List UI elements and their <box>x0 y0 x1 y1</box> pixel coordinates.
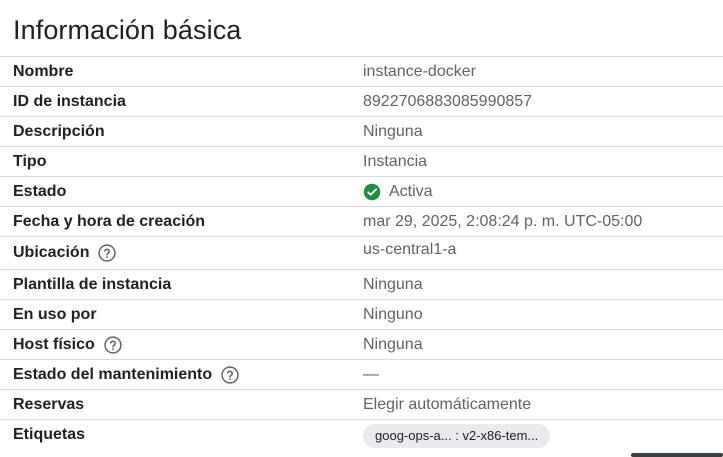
row-label-physical-host: Host físico <box>13 335 95 353</box>
row-label-in-use-by: En uso por <box>13 305 97 323</box>
info-row-template: Plantilla de instancia Ninguna <box>0 269 723 299</box>
status-text: Activa <box>389 182 433 200</box>
info-row-physical-host: Host físico Ninguna <box>0 329 723 359</box>
info-row-status: Estado Activa <box>0 176 723 206</box>
row-value-location: us-central1-a <box>363 241 457 258</box>
help-circle-icon[interactable] <box>97 243 117 263</box>
horizontal-scrollbar[interactable] <box>631 453 723 457</box>
row-label-reservations: Reservas <box>13 395 85 413</box>
row-label-location-container: Ubicación <box>13 237 117 269</box>
info-row-maintenance: Estado del mantenimiento — <box>0 359 723 389</box>
row-label-maintenance-container: Estado del mantenimiento <box>13 360 240 389</box>
info-row-reservations: Reservas Elegir automáticamente <box>0 389 723 419</box>
row-value-physical-host: Ninguna <box>363 335 423 353</box>
row-value-name: instance-docker <box>363 62 476 80</box>
info-row-description: Descripción Ninguna <box>0 116 723 146</box>
row-label-maintenance: Estado del mantenimiento <box>13 365 213 383</box>
row-label-template: Plantilla de instancia <box>13 275 172 293</box>
help-circle-icon[interactable] <box>220 365 240 385</box>
help-circle-icon[interactable] <box>103 335 123 355</box>
row-value-in-use-by: Ninguno <box>363 305 423 323</box>
info-row-instance-id: ID de instancia 8922706883085990857 <box>0 86 723 116</box>
row-label-description: Descripción <box>13 122 105 140</box>
row-label-instance-id: ID de instancia <box>13 92 126 110</box>
row-label-type: Tipo <box>13 152 47 170</box>
row-label-location: Ubicación <box>13 244 90 261</box>
basic-info-panel: Información básica Nombre instance-docke… <box>0 0 723 457</box>
info-row-location: Ubicación us-central1-a <box>0 236 723 269</box>
label-chip[interactable]: goog-ops-a... : v2-x86-tem... <box>363 423 551 448</box>
row-value-maintenance: — <box>363 365 379 383</box>
row-label-status: Estado <box>13 182 67 200</box>
row-label-name: Nombre <box>13 62 74 80</box>
row-label-labels: Etiquetas <box>13 425 86 443</box>
row-value-reservations: Elegir automáticamente <box>363 395 532 413</box>
info-table: Nombre instance-docker ID de instancia 8… <box>0 56 723 449</box>
section-title: Información básica <box>13 15 242 45</box>
row-value-labels: goog-ops-a... : v2-x86-tem... <box>363 420 551 449</box>
info-row-in-use-by: En uso por Ninguno <box>0 299 723 329</box>
row-value-type: Instancia <box>363 152 428 170</box>
row-value-status-container: Activa <box>363 177 433 206</box>
info-row-created: Fecha y hora de creación mar 29, 2025, 2… <box>0 206 723 236</box>
info-row-name: Nombre instance-docker <box>0 56 723 86</box>
row-value-created: mar 29, 2025, 2:08:24 p. m. UTC-05:00 <box>363 212 643 230</box>
info-row-labels: Etiquetas goog-ops-a... : v2-x86-tem... <box>0 419 723 449</box>
row-value-template: Ninguna <box>363 275 423 293</box>
row-label-physical-host-container: Host físico <box>13 330 123 359</box>
row-value-description: Ninguna <box>363 122 423 140</box>
info-row-type: Tipo Instancia <box>0 146 723 176</box>
row-label-created: Fecha y hora de creación <box>13 212 206 230</box>
row-value-instance-id: 8922706883085990857 <box>363 92 533 110</box>
check-circle-icon <box>363 183 381 200</box>
